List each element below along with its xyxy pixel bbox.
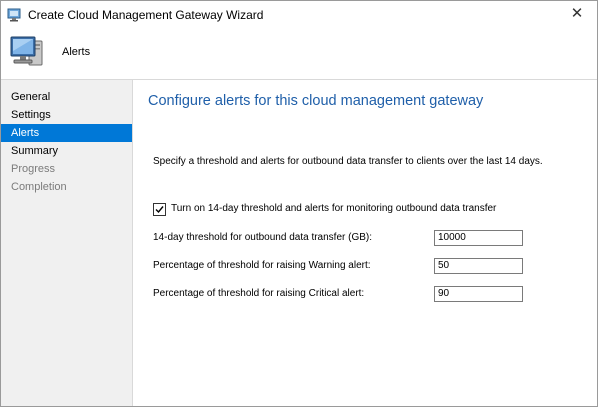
window-title: Create Cloud Management Gateway Wizard [28,8,264,22]
warning-alert-input[interactable] [434,258,523,274]
critical-alert-input[interactable] [434,286,523,302]
critical-alert-label: Percentage of threshold for raising Crit… [153,288,365,299]
threshold-gb-input[interactable] [434,230,523,246]
title-bar[interactable]: Create Cloud Management Gateway Wizard ✕ [1,1,597,29]
page-description: Specify a threshold and alerts for outbo… [153,156,543,167]
computer-monitor-icon [8,31,48,71]
page-title: Configure alerts for this cloud manageme… [148,93,484,109]
wizard-app-icon [7,8,23,22]
close-icon[interactable]: ✕ [557,1,597,27]
main-content: Configure alerts for this cloud manageme… [133,80,597,406]
sidebar-item-general[interactable]: General [1,88,132,106]
threshold-alerts-checkbox[interactable] [153,203,166,216]
sidebar-item-alerts[interactable]: Alerts [1,124,132,142]
threshold-gb-label: 14-day threshold for outbound data trans… [153,232,373,243]
page-header-title: Alerts [62,46,91,58]
sidebar-item-settings[interactable]: Settings [1,106,132,124]
wizard-header: Alerts [1,29,597,79]
wizard-sidebar: General Settings Alerts Summary Progress… [1,80,133,406]
sidebar-item-completion: Completion [11,181,67,193]
warning-alert-label: Percentage of threshold for raising Warn… [153,260,371,271]
wizard-steps: General Settings Alerts Summary Progress… [1,88,132,196]
threshold-alerts-label: Turn on 14-day threshold and alerts for … [171,203,497,214]
checkmark-icon [155,206,164,214]
wizard-window: Create Cloud Management Gateway Wizard ✕… [0,0,598,407]
sidebar-item-summary[interactable]: Summary [1,142,132,160]
sidebar-item-progress: Progress [11,163,56,175]
